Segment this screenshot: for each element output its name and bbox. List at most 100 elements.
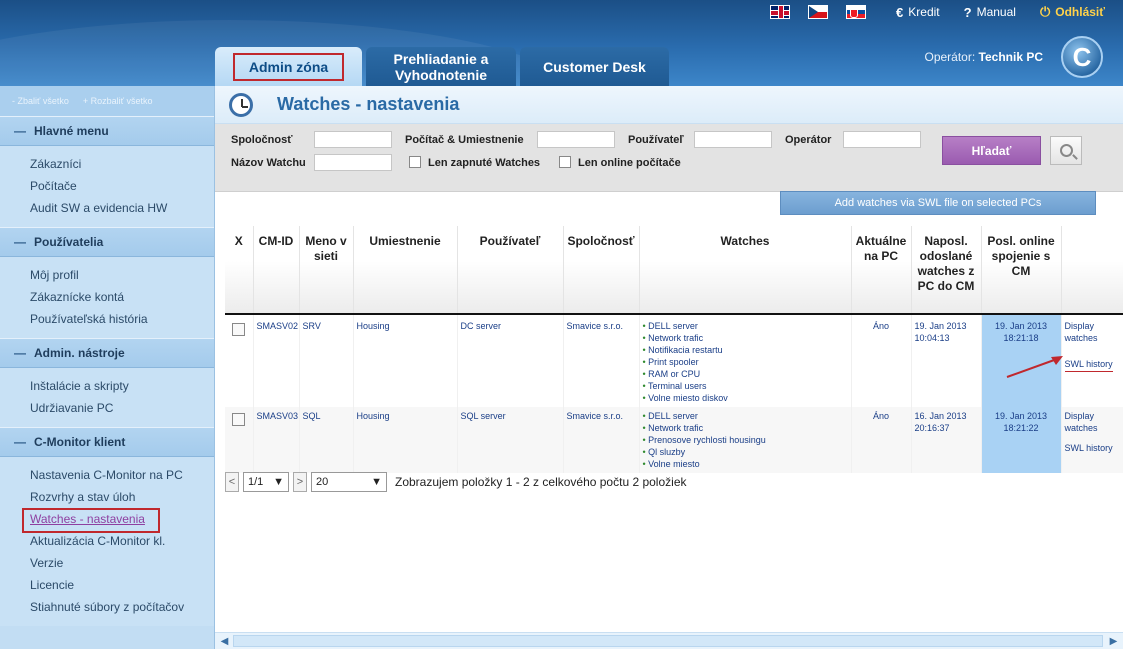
page-title: Watches - nastavenia xyxy=(277,94,460,114)
only-online-checkbox[interactable] xyxy=(559,156,571,168)
header-last-sent-4: PC do CM xyxy=(917,279,975,293)
watch-link[interactable]: Print spooler xyxy=(643,356,848,368)
pager-info: Zobrazujem položky 1 - 2 z celkového poč… xyxy=(395,475,687,489)
watch-link[interactable]: Ql sluzby xyxy=(643,446,848,458)
watch-link[interactable]: Notifikacia restartu xyxy=(643,344,848,356)
sidebar-item-installs-scripts[interactable]: Inštalácie a skripty xyxy=(30,375,214,397)
row-checkbox[interactable] xyxy=(232,323,246,336)
pc-location-input[interactable] xyxy=(537,131,615,148)
prev-page-button[interactable]: < xyxy=(225,472,239,492)
watch-link[interactable]: Volne miesto xyxy=(643,458,848,470)
watches-cell: DELL server Network trafic Notifikacia r… xyxy=(639,314,852,407)
sidebar-item-versions[interactable]: Verzie xyxy=(30,552,214,574)
header-user[interactable]: Používateľ xyxy=(457,226,564,315)
scroll-left-icon[interactable]: ◀ xyxy=(218,635,231,648)
swl-history-link[interactable]: SWL history xyxy=(1065,442,1120,454)
header-last-sent[interactable]: Naposl. odoslané watches z PC do CM xyxy=(911,226,982,315)
add-swl-watches-button[interactable]: Add watches via SWL file on selected PCs xyxy=(780,191,1096,215)
sidebar-item-cmonitor-settings[interactable]: Nastavenia C-Monitor na PC xyxy=(30,464,214,486)
sidebar-item-my-profile[interactable]: Môj profil xyxy=(30,264,214,286)
title-bar: Watches - nastavenia xyxy=(215,86,1123,124)
watch-link[interactable]: Terminal users xyxy=(643,380,848,392)
cmid-cell: SMASV03 xyxy=(253,407,300,473)
header-name[interactable]: Meno v sieti xyxy=(299,226,354,315)
header-company[interactable]: Spoločnosť xyxy=(563,226,640,315)
user-cell[interactable]: DC server xyxy=(457,314,564,407)
sidebar-item-computers[interactable]: Počítače xyxy=(30,175,214,197)
company-cell[interactable]: Smavice s.r.o. xyxy=(563,407,640,473)
location-cell[interactable]: Housing xyxy=(353,314,458,407)
question-icon: ? xyxy=(963,4,972,20)
header-x[interactable]: X xyxy=(225,226,254,315)
company-cell[interactable]: Smavice s.r.o. xyxy=(563,314,640,407)
watch-link[interactable]: RAM or CPU xyxy=(643,368,848,380)
sidebar-section-admin-tools[interactable]: — Admin. nástroje xyxy=(0,338,214,368)
header-last-online[interactable]: Posl. online spojenie s CM xyxy=(981,226,1062,315)
tab-customer-desk[interactable]: Customer Desk xyxy=(520,47,669,86)
only-enabled-checkbox[interactable] xyxy=(409,156,421,168)
watch-link[interactable]: Network trafic xyxy=(643,422,848,434)
scrollbar-thumb[interactable] xyxy=(233,635,1103,647)
next-page-button[interactable]: > xyxy=(293,472,307,492)
horizontal-scrollbar[interactable]: ◀ ▶ xyxy=(215,632,1123,649)
scroll-right-icon[interactable]: ▶ xyxy=(1107,635,1120,648)
display-watches-link[interactable]: Display watches xyxy=(1065,320,1120,344)
operator-input[interactable] xyxy=(843,131,921,148)
c-monitor-logo: C xyxy=(1061,36,1103,78)
location-cell[interactable]: Housing xyxy=(353,407,458,473)
flag-uk-icon[interactable] xyxy=(770,5,791,19)
company-input[interactable] xyxy=(314,131,392,148)
user-cell[interactable]: SQL server xyxy=(457,407,564,473)
sidebar-item-cmonitor-update[interactable]: Aktualizácia C-Monitor kl. xyxy=(30,530,214,552)
watch-name-input[interactable] xyxy=(314,154,392,171)
sidebar-item-audit[interactable]: Audit SW a evidencia HW xyxy=(30,197,214,219)
sidebar-item-customers[interactable]: Zákazníci xyxy=(30,153,214,175)
header-current[interactable]: Aktuálne na PC xyxy=(851,226,912,315)
header-cmid[interactable]: CM-ID xyxy=(253,226,300,315)
section-title: C-Monitor klient xyxy=(34,435,126,449)
advanced-search-button[interactable] xyxy=(1050,136,1082,165)
sidebar-section-cmonitor-client[interactable]: — C-Monitor klient xyxy=(0,427,214,457)
sidebar-item-schedules[interactable]: Rozvrhy a stav úloh xyxy=(30,486,214,508)
sidebar-item-licenses[interactable]: Licencie xyxy=(30,574,214,596)
sidebar-item-user-history[interactable]: Používateľská história xyxy=(30,308,214,330)
flag-sk-icon[interactable] xyxy=(846,5,867,19)
kredit-label: Kredit xyxy=(908,5,940,19)
row-checkbox[interactable] xyxy=(232,413,246,426)
logout-link[interactable]: ⏻ Odhlásiť xyxy=(1040,4,1105,20)
header-name-2: sieti xyxy=(313,249,338,263)
tab-browsing-evaluation[interactable]: Prehliadanie a Vyhodnotenie xyxy=(366,47,516,86)
display-watches-link[interactable]: Display watches xyxy=(1065,410,1120,434)
header-location[interactable]: Umiestnenie xyxy=(353,226,458,315)
company-label: Spoločnosť xyxy=(231,134,293,146)
name-cell[interactable]: SQL xyxy=(299,407,354,473)
expand-all-link[interactable]: + Rozbaliť všetko xyxy=(83,96,153,106)
watch-link[interactable]: DELL server xyxy=(643,320,848,332)
sidebar-item-pc-maintenance[interactable]: Udržiavanie PC xyxy=(30,397,214,419)
kredit-link[interactable]: € Kredit xyxy=(896,5,940,20)
flag-cz-icon[interactable] xyxy=(808,5,829,19)
swl-history-link[interactable]: SWL history xyxy=(1064,358,1113,372)
tab-admin-zone[interactable]: Admin zóna xyxy=(215,47,362,86)
sidebar-item-customer-accounts[interactable]: Zákaznícke kontá xyxy=(30,286,214,308)
sidebar-section-main[interactable]: — Hlavné menu xyxy=(0,116,214,146)
user-input[interactable] xyxy=(694,131,772,148)
page-size-select[interactable]: 20 ▼ xyxy=(311,472,387,492)
main-content: Watches - nastavenia Spoločnosť Počítač … xyxy=(215,86,1123,649)
watch-link[interactable]: DELL server xyxy=(643,410,848,422)
search-button[interactable]: Hľadať xyxy=(942,136,1041,165)
minus-icon: — xyxy=(14,235,26,249)
sidebar-section-users[interactable]: — Používatelia xyxy=(0,227,214,257)
watch-link[interactable]: Volne miesto diskov xyxy=(643,392,848,404)
collapse-all-link[interactable]: - Zbaliť všetko xyxy=(12,96,69,106)
sidebar-item-watches-settings[interactable]: Watches - nastavenia xyxy=(22,508,214,533)
watch-link[interactable]: Prenosove rychlosti housingu xyxy=(643,434,848,446)
table-row: SMASV03 SQL Housing SQL server Smavice s… xyxy=(225,407,1123,473)
watch-link[interactable]: Network trafic xyxy=(643,332,848,344)
manual-link[interactable]: ? Manual xyxy=(964,5,1016,20)
header: € Kredit ? Manual ⏻ Odhlásiť Admin zóna … xyxy=(0,0,1123,86)
header-watches[interactable]: Watches xyxy=(639,226,852,315)
name-cell[interactable]: SRV xyxy=(299,314,354,407)
sidebar-item-downloaded-files[interactable]: Stiahnuté súbory z počítačov xyxy=(30,596,214,618)
page-select[interactable]: 1/1 ▼ xyxy=(243,472,289,492)
